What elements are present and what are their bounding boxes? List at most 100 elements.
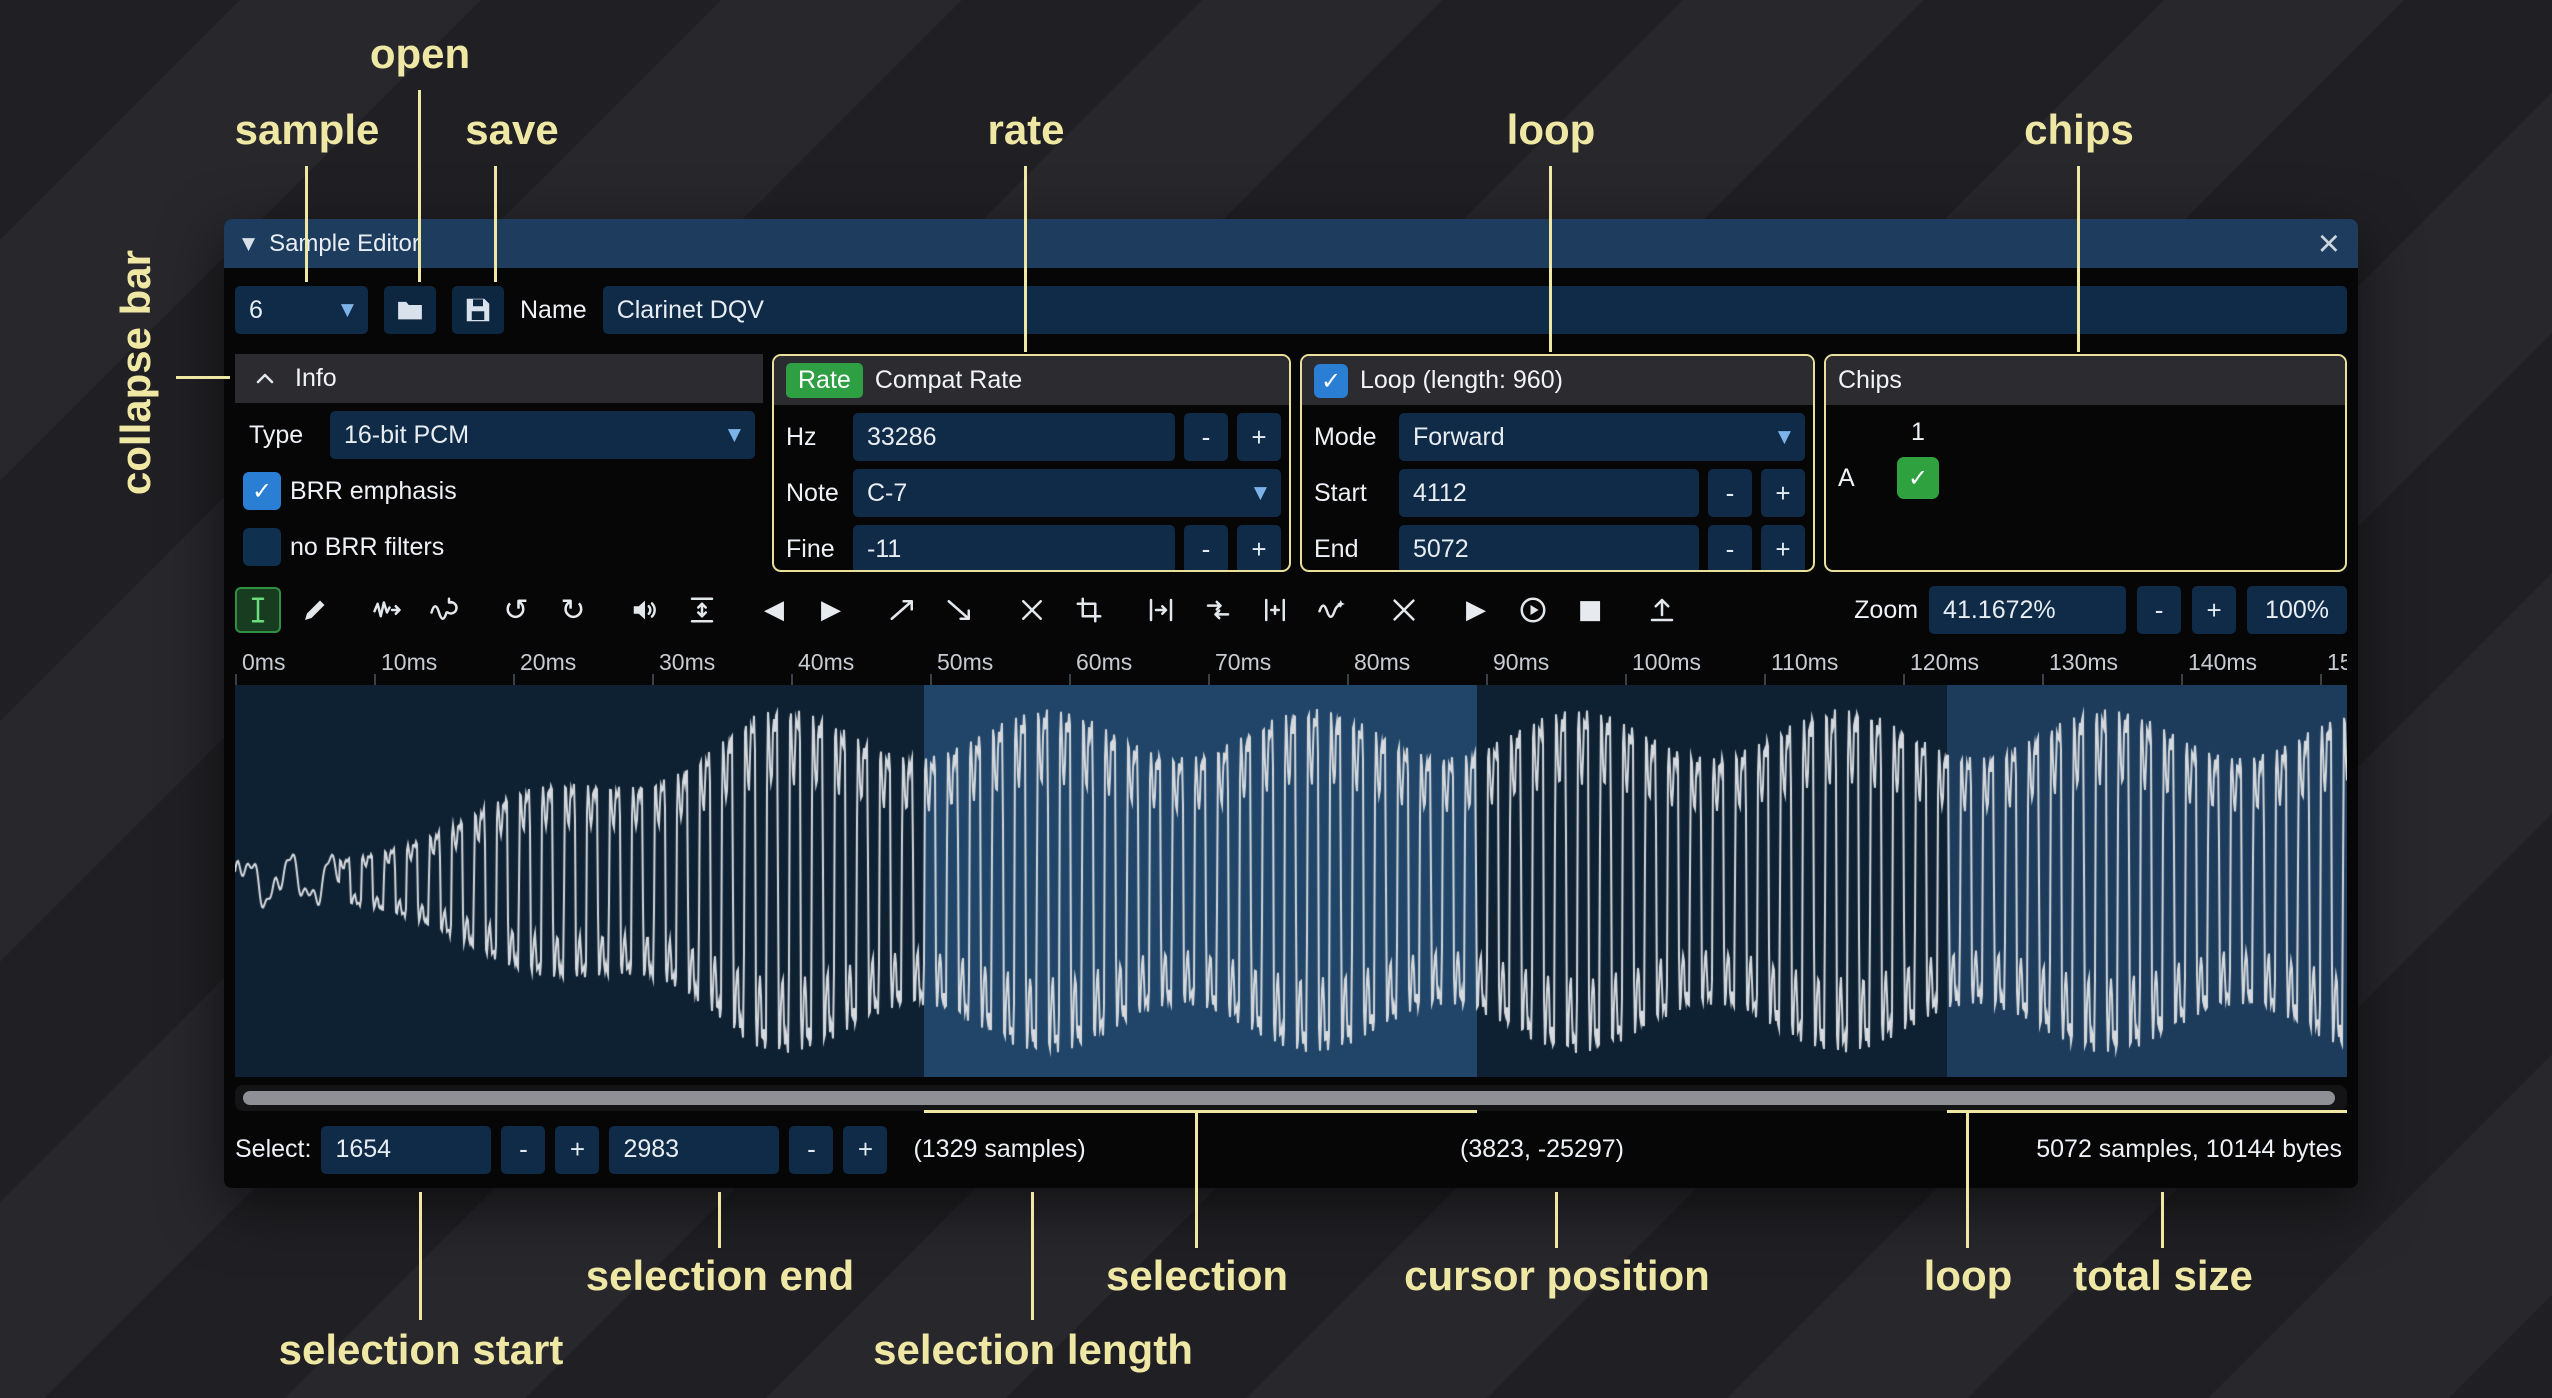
preview-button[interactable]: ▶ xyxy=(1453,587,1499,633)
zoom-out-button[interactable]: - xyxy=(2137,586,2181,634)
loop-start-plus-button[interactable]: + xyxy=(1761,469,1805,517)
preview-selection-button[interactable] xyxy=(1510,587,1556,633)
chevron-down-icon: ▼ xyxy=(341,300,354,320)
silence-button[interactable] xyxy=(1381,587,1427,633)
close-icon[interactable]: × xyxy=(2318,225,2340,263)
time-ruler[interactable]: 0ms10ms20ms30ms40ms50ms60ms70ms80ms90ms1… xyxy=(235,640,2347,685)
selection-end-minus-button[interactable]: - xyxy=(789,1126,833,1174)
ruler-tick xyxy=(1903,674,1905,685)
insert-point-button[interactable] xyxy=(1252,587,1298,633)
save-button[interactable] xyxy=(452,286,504,334)
redo-button[interactable]: ↻ xyxy=(550,587,596,633)
hz-value: 33286 xyxy=(867,423,937,452)
ruler-label: 30ms xyxy=(659,649,715,676)
scrollbar-thumb[interactable] xyxy=(243,1091,2335,1105)
titlebar[interactable]: ▼ Sample Editor × xyxy=(224,219,2358,268)
triangle-right-icon: ▶ xyxy=(821,595,841,625)
zoom-reset-button[interactable]: 100% xyxy=(2247,586,2347,634)
undo-button[interactable]: ↺ xyxy=(493,587,539,633)
ruler-tick xyxy=(2320,674,2322,685)
plus-bars-icon xyxy=(1260,595,1290,625)
loop-enable-checkbox[interactable]: ✓ xyxy=(1314,364,1348,398)
rate-header-label: Compat Rate xyxy=(875,366,1022,395)
note-value: C-7 xyxy=(867,479,907,508)
horizontal-scrollbar[interactable] xyxy=(235,1085,2347,1111)
fine-input[interactable]: -11 xyxy=(853,525,1175,572)
screenshot-page: open sample save rate loop chips collaps… xyxy=(0,0,2552,1398)
ruler-label: 90ms xyxy=(1493,649,1549,676)
fade-out-button[interactable] xyxy=(937,587,983,633)
amplify-button[interactable] xyxy=(622,587,668,633)
loop-end-minus-button[interactable]: - xyxy=(1708,525,1752,572)
ruler-tick xyxy=(235,674,237,685)
open-button[interactable] xyxy=(384,286,436,334)
zoom-input[interactable]: 41.1672% xyxy=(1929,586,2126,634)
chip-enable-checkbox[interactable]: ✓ xyxy=(1897,457,1939,499)
annotation-line-selection-length xyxy=(1031,1192,1034,1320)
annotation-loop: loop xyxy=(1507,106,1596,154)
window-collapse-triangle-icon[interactable]: ▼ xyxy=(242,234,255,254)
selection-start-input[interactable]: 1654 xyxy=(321,1126,491,1174)
invert-button[interactable]: ▶ xyxy=(808,587,854,633)
fine-label: Fine xyxy=(782,535,844,564)
fine-plus-button[interactable]: + xyxy=(1237,525,1281,572)
ruler-label: 20ms xyxy=(520,649,576,676)
note-label: Note xyxy=(782,479,844,508)
loop-end-input[interactable]: 5072 xyxy=(1399,525,1699,572)
collapse-bar-button[interactable] xyxy=(247,361,283,397)
trim-button[interactable] xyxy=(1066,587,1112,633)
selection-end-plus-button[interactable]: + xyxy=(843,1126,887,1174)
brr-emphasis-checkbox[interactable]: ✓ xyxy=(243,472,281,510)
hz-plus-button[interactable]: + xyxy=(1237,413,1281,461)
note-dropdown[interactable]: C-7 ▼ xyxy=(853,469,1281,517)
annotation-line-total-size xyxy=(2161,1192,2164,1248)
type-dropdown[interactable]: 16-bit PCM ▼ xyxy=(330,411,755,459)
select-label: Select: xyxy=(235,1135,311,1164)
fade-in-button[interactable] xyxy=(880,587,926,633)
annotation-line-selection-start xyxy=(419,1192,422,1320)
filter-button[interactable] xyxy=(1309,587,1355,633)
hz-input[interactable]: 33286 xyxy=(853,413,1175,461)
waveform-display[interactable] xyxy=(235,685,2347,1077)
no-brr-filters-checkbox[interactable] xyxy=(243,528,281,566)
fine-minus-button[interactable]: - xyxy=(1184,525,1228,572)
resize-button[interactable] xyxy=(364,587,410,633)
selection-start-minus-button[interactable]: - xyxy=(501,1126,545,1174)
selection-start-plus-button[interactable]: + xyxy=(555,1126,599,1174)
reverse-button[interactable]: ◀ xyxy=(751,587,797,633)
insert-silence-button[interactable] xyxy=(1138,587,1184,633)
ruler-tick xyxy=(2042,674,2044,685)
sample-editor-window: ▼ Sample Editor × 6 ▼ Name Clarinet DQV xyxy=(224,219,2358,1188)
create-wavetable-button[interactable] xyxy=(1639,587,1685,633)
zoom-in-button[interactable]: + xyxy=(2192,586,2236,634)
loop-mode-dropdown[interactable]: Forward ▼ xyxy=(1399,413,1805,461)
floppy-disk-icon xyxy=(463,295,493,325)
hz-minus-button[interactable]: - xyxy=(1184,413,1228,461)
rate-header-bar: Rate Compat Rate xyxy=(774,356,1289,405)
ruler-label: 10ms xyxy=(381,649,437,676)
loop-start-input[interactable]: 4112 xyxy=(1399,469,1699,517)
sample-selector-dropdown[interactable]: 6 ▼ xyxy=(235,286,368,334)
window-title: Sample Editor xyxy=(269,230,2304,258)
push-back-button[interactable] xyxy=(1195,587,1241,633)
loop-start-minus-button[interactable]: - xyxy=(1708,469,1752,517)
resample-button[interactable] xyxy=(421,587,467,633)
chip-row-label: A xyxy=(1838,464,1890,493)
loop-start-value: 4112 xyxy=(1413,479,1467,508)
chips-body: 1 A ✓ xyxy=(1826,405,2345,501)
annotation-line-sample xyxy=(305,166,308,282)
chevron-up-icon xyxy=(253,367,277,391)
ruler-label: 100ms xyxy=(1632,649,1701,676)
loop-bracket-line xyxy=(1947,1110,2347,1113)
loop-end-plus-button[interactable]: + xyxy=(1761,525,1805,572)
draw-tool-button[interactable] xyxy=(292,587,338,633)
select-tool-button[interactable] xyxy=(235,587,281,633)
normalize-button[interactable] xyxy=(679,587,725,633)
stop-preview-button[interactable]: ■ xyxy=(1567,587,1613,633)
info-collapse-bar[interactable]: Info xyxy=(235,354,763,403)
info-header-label: Info xyxy=(295,364,337,393)
selection-end-input[interactable]: 2983 xyxy=(609,1126,779,1174)
annotation-line-selection-end xyxy=(718,1192,721,1248)
name-input[interactable]: Clarinet DQV xyxy=(603,286,2347,334)
delete-button[interactable] xyxy=(1009,587,1055,633)
